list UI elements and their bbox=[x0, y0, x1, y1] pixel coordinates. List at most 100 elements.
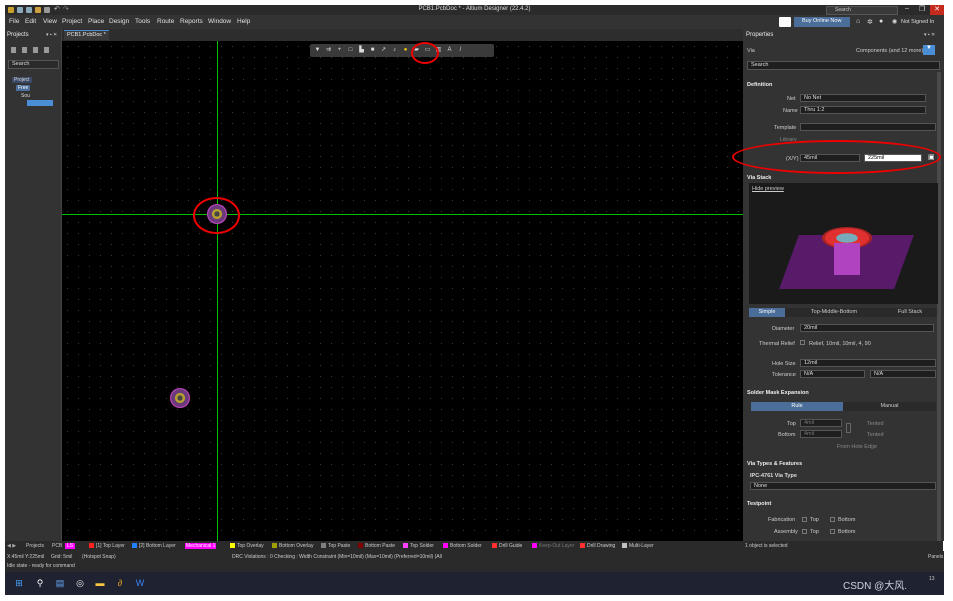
align-icon[interactable]: ▙ bbox=[358, 47, 365, 54]
tab-top-middle-bottom[interactable]: Top-Middle-Bottom bbox=[785, 308, 883, 317]
fab-top-checkbox[interactable] bbox=[802, 517, 807, 522]
signin-status[interactable]: Not Signed In bbox=[901, 19, 934, 25]
place-via-icon[interactable]: ● bbox=[402, 47, 409, 54]
layer-keepout[interactable]: Keep-Out Layer bbox=[532, 543, 574, 549]
ipc-via-type-select[interactable]: None bbox=[750, 482, 936, 490]
fab-bottom-checkbox[interactable] bbox=[830, 517, 835, 522]
object-filter[interactable]: Components (and 12 more) bbox=[856, 48, 923, 54]
home-icon[interactable]: ⌂ bbox=[856, 18, 860, 25]
minimize-button[interactable]: – bbox=[900, 5, 914, 15]
hide-preview-link[interactable]: Hide preview bbox=[752, 186, 784, 192]
asm-top-checkbox[interactable] bbox=[802, 529, 807, 534]
panels-button[interactable]: Panels bbox=[928, 554, 943, 560]
word-icon[interactable]: W bbox=[134, 577, 146, 589]
layer-top-solder[interactable]: Top Solder bbox=[403, 543, 434, 549]
name-select[interactable]: Thru 1:2 bbox=[800, 106, 926, 114]
template-select[interactable] bbox=[800, 123, 936, 131]
close-button[interactable]: ✕ bbox=[930, 5, 944, 15]
mask-top-field[interactable]: 4mil bbox=[800, 419, 842, 427]
layer-multi[interactable]: Multi-Layer bbox=[622, 543, 654, 549]
layer-top-paste[interactable]: Top Paste bbox=[321, 543, 350, 549]
section-solder-mask[interactable]: Solder Mask Expansion bbox=[747, 390, 809, 396]
menu-window[interactable]: Window bbox=[208, 18, 231, 25]
tree-free-docs[interactable]: Free bbox=[16, 85, 31, 91]
menu-edit[interactable]: Edit bbox=[25, 18, 36, 25]
layer-drill-guide[interactable]: Drill Guide bbox=[492, 543, 522, 549]
section-testpoint[interactable]: Testpoint bbox=[747, 501, 771, 507]
section-via-stack[interactable]: Via Stack bbox=[747, 175, 771, 181]
tree-source[interactable]: Sou bbox=[21, 93, 30, 99]
tab-full-stack[interactable]: Full Stack bbox=[883, 308, 937, 317]
layer-ls[interactable]: LS bbox=[65, 543, 76, 549]
project-toolbar[interactable] bbox=[11, 47, 55, 53]
menu-route[interactable]: Route bbox=[157, 18, 174, 25]
layer-mechanical1[interactable]: Mechanical 1 bbox=[185, 543, 217, 549]
pcb-canvas[interactable]: ▼ ⇉ + □ ▙ ■ ↗ ♪ ● ▰ ▭ ▥ A / bbox=[62, 41, 743, 541]
menu-tools[interactable]: Tools bbox=[135, 18, 150, 25]
buy-online-button[interactable]: Buy Online Now bbox=[794, 17, 850, 27]
menu-design[interactable]: Design bbox=[109, 18, 129, 25]
maximize-button[interactable]: ❐ bbox=[915, 5, 929, 15]
section-via-types[interactable]: Via Types & Features bbox=[747, 461, 802, 467]
menu-file[interactable]: File bbox=[9, 18, 19, 25]
layer-top-overlay[interactable]: Top Overlay bbox=[230, 543, 264, 549]
diameter-field[interactable]: 20mil bbox=[800, 324, 934, 332]
asm-bottom-checkbox[interactable] bbox=[830, 529, 835, 534]
tab-simple[interactable]: Simple bbox=[749, 308, 785, 317]
route-icon[interactable]: ⇉ bbox=[325, 47, 332, 54]
section-definition[interactable]: Definition bbox=[747, 82, 772, 88]
windows-start-icon[interactable]: ⊞ bbox=[13, 577, 25, 589]
layer-bottom[interactable]: [2] Bottom Layer bbox=[132, 543, 176, 549]
tab-rule[interactable]: Rule bbox=[751, 402, 843, 411]
via-placed[interactable] bbox=[170, 388, 190, 408]
crosshair-icon[interactable]: + bbox=[336, 47, 343, 54]
filter-button[interactable]: ▼ bbox=[923, 45, 935, 55]
interactive-route-icon[interactable]: ↗ bbox=[380, 47, 387, 54]
chat-icon[interactable] bbox=[779, 17, 791, 27]
gear-icon[interactable]: ✲ bbox=[867, 18, 873, 26]
layer-tab-pcb[interactable]: PCB bbox=[52, 543, 62, 549]
layer-tab-projects[interactable]: Projects bbox=[26, 543, 44, 549]
filter-icon[interactable]: ▼ bbox=[314, 47, 321, 54]
altium-taskbar-icon[interactable]: ∂ bbox=[114, 577, 126, 589]
mask-bottom-field[interactable]: 4mil bbox=[800, 430, 842, 438]
menu-project[interactable]: Project bbox=[62, 18, 82, 25]
tab-pcb1[interactable]: PCB1.PcbDoc * bbox=[64, 30, 109, 40]
layer-bottom-overlay[interactable]: Bottom Overlay bbox=[272, 543, 313, 549]
search-icon[interactable]: ⚲ bbox=[34, 577, 46, 589]
menu-view[interactable]: View bbox=[43, 18, 57, 25]
mask-link-icon[interactable] bbox=[846, 423, 851, 433]
file-explorer-icon[interactable]: ▬ bbox=[94, 577, 106, 589]
tab-manual[interactable]: Manual bbox=[843, 402, 936, 411]
component-icon[interactable]: ■ bbox=[369, 47, 376, 54]
tree-pcb-doc[interactable] bbox=[27, 100, 53, 106]
layer-bottom-solder[interactable]: Bottom Solder bbox=[443, 543, 482, 549]
tolerance-plus-field[interactable]: N/A bbox=[870, 370, 936, 378]
layer-top[interactable]: [1] Top Layer bbox=[89, 543, 125, 549]
menu-place[interactable]: Place bbox=[88, 18, 104, 25]
user-icon[interactable]: ◉ bbox=[892, 18, 897, 25]
menu-help[interactable]: Help bbox=[237, 18, 250, 25]
layer-bottom-paste[interactable]: Bottom Paste bbox=[358, 543, 395, 549]
tree-project[interactable]: Project bbox=[12, 77, 32, 83]
layer-drill-drawing[interactable]: Drill Drawing bbox=[580, 543, 615, 549]
hole-size-field[interactable]: 12mil bbox=[800, 359, 936, 367]
photos-icon[interactable]: ▤ bbox=[54, 577, 66, 589]
panel-menu-icon[interactable]: ▾ ▪ ✕ bbox=[924, 32, 935, 38]
notification-icon[interactable]: ● bbox=[879, 18, 883, 25]
browser-icon[interactable]: ◎ bbox=[74, 577, 86, 589]
select-icon[interactable]: □ bbox=[347, 47, 354, 54]
text-icon[interactable]: A bbox=[446, 47, 453, 54]
project-search-input[interactable]: Search bbox=[8, 60, 59, 69]
menu-reports[interactable]: Reports bbox=[180, 18, 203, 25]
panel-menu-icon[interactable]: ▾ ▪ ✕ bbox=[46, 32, 57, 38]
properties-scrollbar[interactable] bbox=[937, 72, 941, 542]
diff-pair-icon[interactable]: ♪ bbox=[391, 47, 398, 54]
thermal-relief-checkbox[interactable] bbox=[800, 340, 805, 345]
net-select[interactable]: No Net bbox=[800, 94, 926, 102]
tolerance-minus-field[interactable]: N/A bbox=[800, 370, 865, 378]
line-icon[interactable]: / bbox=[457, 47, 464, 54]
properties-search-input[interactable]: Search bbox=[747, 61, 940, 70]
layer-scroll-icon[interactable]: ◀ ▶ bbox=[7, 543, 16, 549]
global-search-input[interactable]: Search bbox=[826, 6, 898, 15]
